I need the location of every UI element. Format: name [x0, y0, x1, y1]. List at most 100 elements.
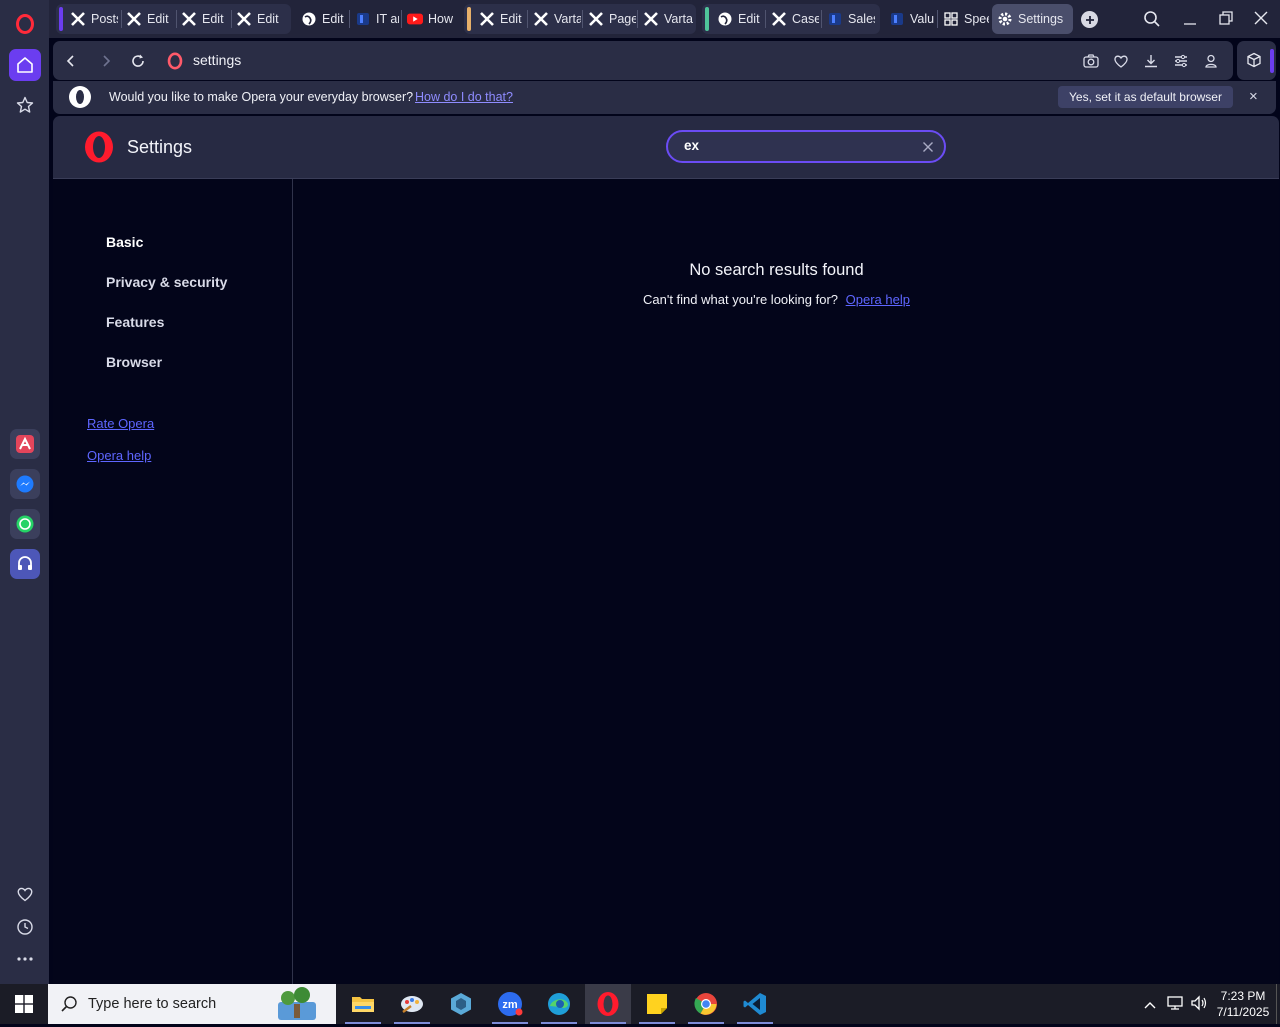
- hexagon-app-icon[interactable]: [438, 984, 484, 1024]
- close-bar-icon[interactable]: ×: [1249, 88, 1258, 105]
- default-browser-prompt: Would you like to make Opera your everyd…: [109, 90, 414, 104]
- opera-taskbar-icon[interactable]: [585, 984, 631, 1024]
- x-logo-icon: [70, 11, 86, 27]
- clock[interactable]: 7:23 PM 7/11/2025: [1210, 988, 1276, 1020]
- x-logo-icon: [479, 11, 495, 27]
- pinboard-heart-icon[interactable]: [9, 878, 41, 910]
- tab-group-indicator: [59, 7, 63, 31]
- windows-taskbar: Type here to search zm 7:23 PM 7/11/2025: [0, 984, 1280, 1024]
- tab-how[interactable]: How: [403, 4, 455, 34]
- tab-varta-1[interactable]: Varta: [529, 4, 581, 34]
- tab-edit-globe[interactable]: Edit: [297, 4, 347, 34]
- extensions-button[interactable]: [1237, 41, 1276, 80]
- search-query-text: ex: [684, 138, 700, 153]
- tab-edit-4[interactable]: Edit: [475, 4, 525, 34]
- tab-sales[interactable]: Sales: [823, 4, 875, 34]
- messenger-icon[interactable]: [10, 469, 40, 499]
- zoom-app-icon[interactable]: zm: [487, 984, 533, 1024]
- address-bar: settings: [53, 41, 1233, 80]
- home-icon[interactable]: [9, 49, 41, 81]
- tab-page[interactable]: Page: [584, 4, 636, 34]
- tab-edit-2[interactable]: Edit: [177, 4, 229, 34]
- opera-page-icon: [165, 51, 185, 71]
- default-browser-bar: Would you like to make Opera your everyd…: [53, 81, 1276, 114]
- vscode-icon[interactable]: [732, 984, 778, 1024]
- nav-privacy-security[interactable]: Privacy & security: [106, 274, 227, 290]
- tab-group-indicator: [705, 7, 709, 31]
- svg-text:zm: zm: [502, 999, 518, 1011]
- tab-label: Settings: [1018, 12, 1064, 26]
- search-highlight-icon: [274, 986, 320, 1027]
- sticky-notes-icon[interactable]: [634, 984, 680, 1024]
- tab-value[interactable]: Valu: [885, 4, 935, 34]
- tab-search-icon[interactable]: [1143, 10, 1161, 33]
- back-arrow-icon[interactable]: [61, 51, 81, 71]
- show-hidden-icons-chevron-icon[interactable]: [1143, 997, 1157, 1015]
- reload-icon[interactable]: [128, 51, 148, 71]
- windows-start-icon[interactable]: [0, 984, 48, 1024]
- restore-icon[interactable]: [1218, 10, 1234, 31]
- tab-label: Edit: [257, 12, 279, 26]
- music-player-icon[interactable]: [10, 549, 40, 579]
- nav-basic[interactable]: Basic: [106, 234, 143, 250]
- settings-search-input[interactable]: ex: [666, 130, 946, 163]
- settings-title: Settings: [127, 137, 193, 157]
- settings-nav: Basic Privacy & security Features Browse…: [53, 179, 293, 985]
- url-field[interactable]: settings: [193, 52, 241, 68]
- taskbar-search-placeholder: Type here to search: [88, 996, 217, 1012]
- site-icon: [355, 11, 371, 27]
- tab-label: Edit: [500, 12, 522, 26]
- youtube-icon: [407, 11, 423, 27]
- aria-app-icon[interactable]: [10, 429, 40, 459]
- whatsapp-icon[interactable]: [10, 509, 40, 539]
- more-dots-icon[interactable]: [9, 943, 41, 975]
- x-logo-icon: [643, 11, 659, 27]
- gear-icon: [997, 11, 1013, 27]
- add-to-pinboard-heart-icon[interactable]: [1111, 51, 1131, 71]
- tab-varta-2[interactable]: Varta: [639, 4, 693, 34]
- new-tab-plus-icon[interactable]: [1081, 11, 1098, 28]
- tab-label: Valu: [910, 12, 935, 26]
- tab-speed-dial[interactable]: Spee: [939, 4, 989, 34]
- nav-browser[interactable]: Browser: [106, 354, 162, 370]
- tab-settings[interactable]: Settings: [992, 4, 1073, 34]
- forward-arrow-icon[interactable]: [96, 51, 116, 71]
- show-desktop-button[interactable]: [1276, 984, 1280, 1024]
- snapshot-camera-icon[interactable]: [1081, 51, 1101, 71]
- edge-browser-icon[interactable]: [536, 984, 582, 1024]
- taskbar-search-box[interactable]: Type here to search: [48, 984, 336, 1024]
- x-logo-icon: [533, 11, 549, 27]
- rate-opera-link[interactable]: Rate Opera: [87, 416, 154, 431]
- clock-time: 7:23 PM: [1220, 989, 1266, 1003]
- site-icon: [889, 11, 905, 27]
- opera-menu-logo-icon[interactable]: [9, 8, 41, 40]
- set-default-button[interactable]: Yes, set it as default browser: [1058, 86, 1233, 108]
- minimize-icon[interactable]: [1182, 10, 1198, 33]
- opera-help-result-link[interactable]: Opera help: [846, 292, 910, 307]
- history-clock-icon[interactable]: [9, 911, 41, 943]
- nav-features[interactable]: Features: [106, 314, 164, 330]
- tab-edit-1[interactable]: Edit: [122, 4, 174, 34]
- paint-app-icon[interactable]: [389, 984, 435, 1024]
- globe-icon: [301, 11, 317, 27]
- clear-search-icon[interactable]: [922, 140, 934, 158]
- tab-label: Varta: [554, 12, 581, 26]
- cant-find-text: Can't find what you're looking for?: [643, 292, 839, 307]
- file-explorer-icon[interactable]: [340, 984, 386, 1024]
- network-icon[interactable]: [1166, 995, 1184, 1016]
- chrome-browser-icon[interactable]: [683, 984, 729, 1024]
- bookmarks-star-icon[interactable]: [9, 89, 41, 121]
- volume-icon[interactable]: [1190, 995, 1208, 1016]
- tab-it[interactable]: IT ar: [351, 4, 399, 34]
- opera-sidebar: [0, 0, 49, 984]
- profile-icon[interactable]: [1201, 51, 1221, 71]
- tab-edit-3[interactable]: Edit: [232, 4, 287, 34]
- tab-posts[interactable]: Posts: [66, 4, 118, 34]
- tab-edit-globe-2[interactable]: Edit: [713, 4, 763, 34]
- close-window-icon[interactable]: [1253, 10, 1269, 31]
- tab-case[interactable]: Case: [767, 4, 819, 34]
- downloads-icon[interactable]: [1141, 51, 1161, 71]
- opera-help-link[interactable]: Opera help: [87, 448, 151, 463]
- easy-setup-menu-icon[interactable]: [1171, 51, 1191, 71]
- how-do-i-link[interactable]: How do I do that?: [415, 90, 513, 104]
